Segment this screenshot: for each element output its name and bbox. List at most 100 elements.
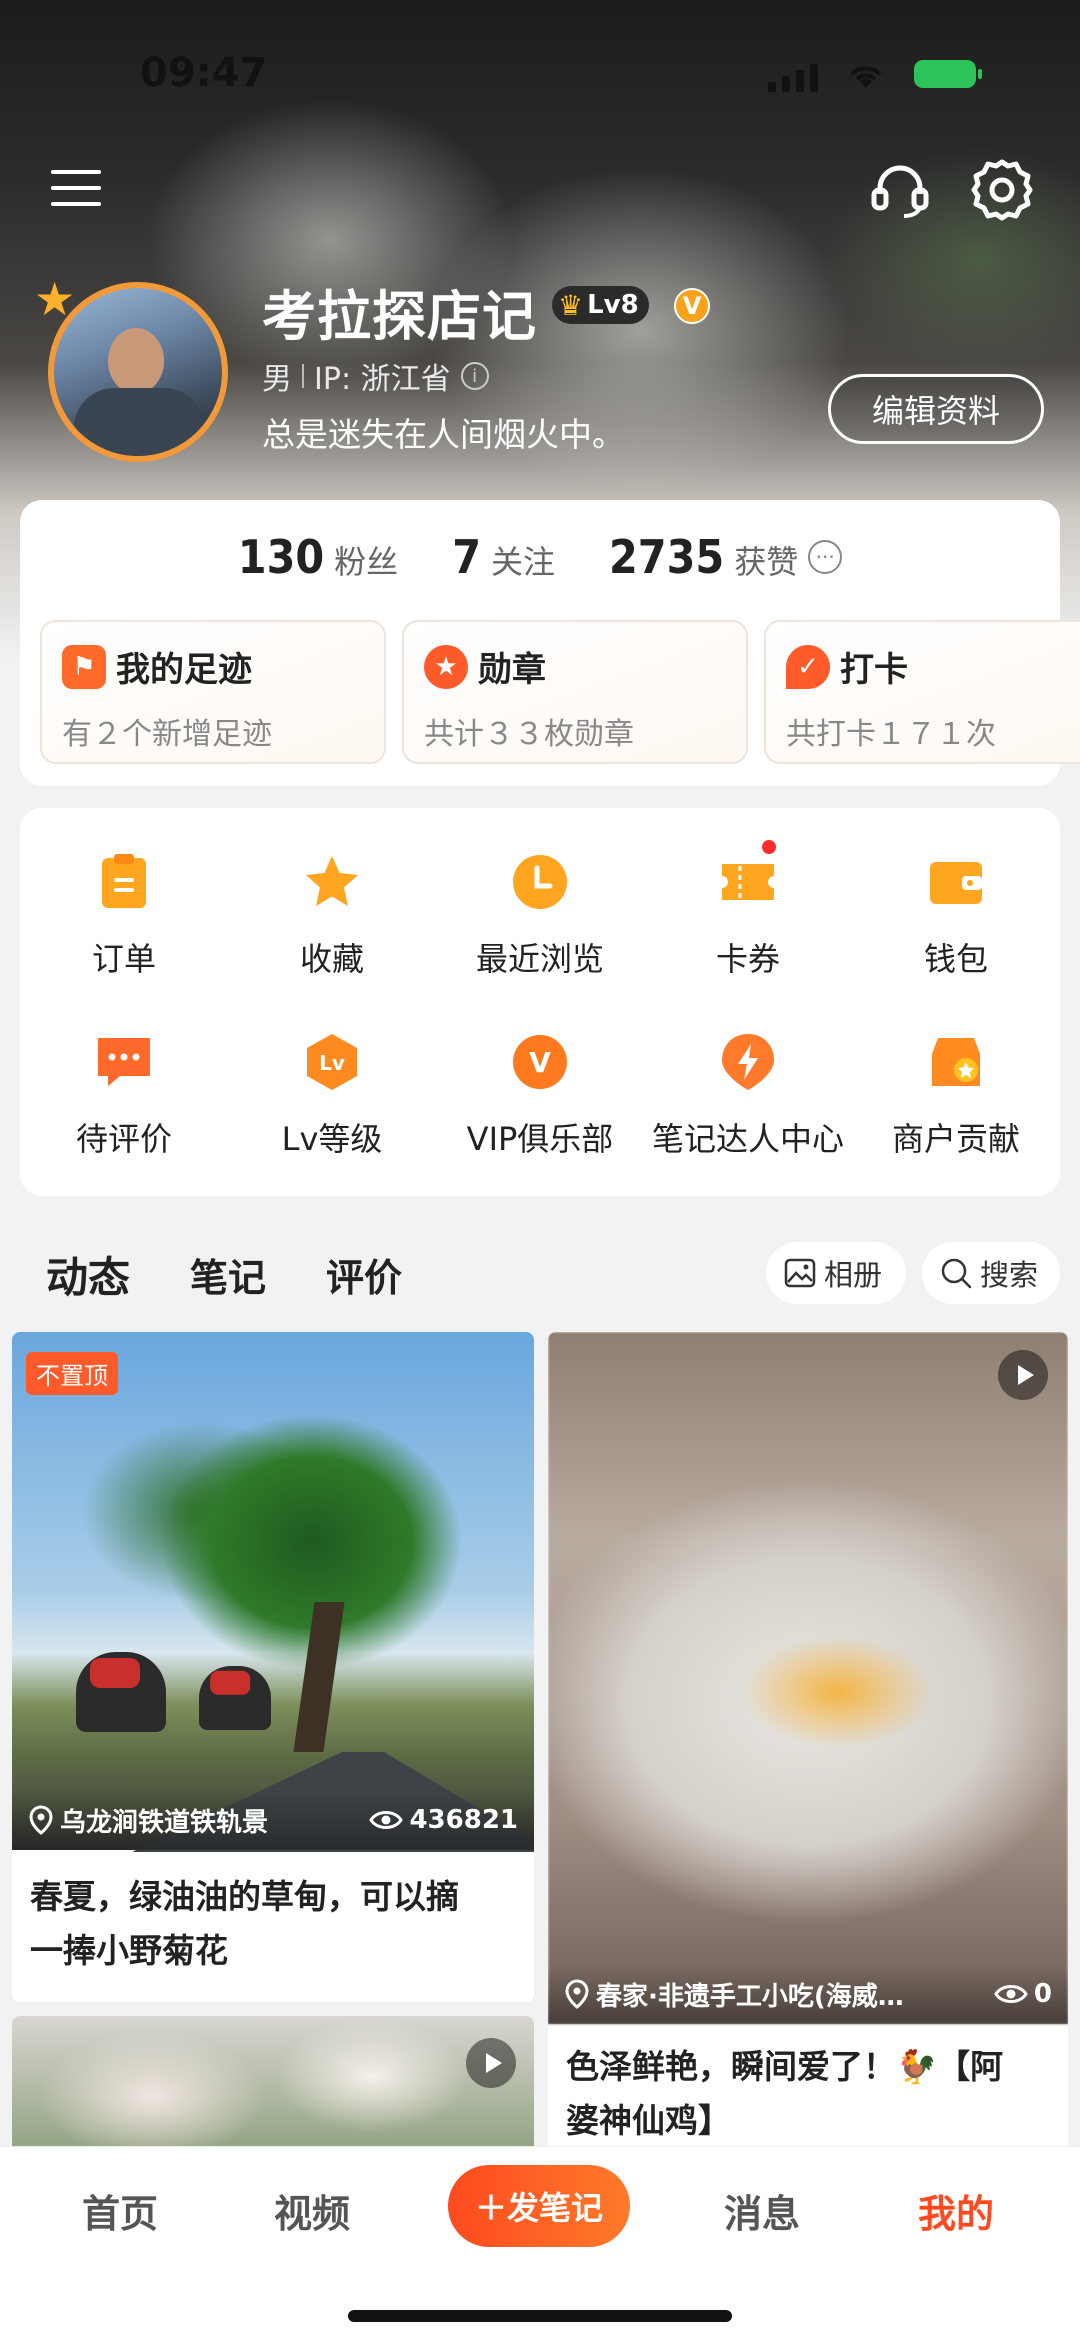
level-badge[interactable]: ♛ Lv8: [552, 286, 649, 324]
post-title-line: 婆神仙鸡】: [566, 2101, 731, 2140]
nav-home[interactable]: 首页: [82, 2183, 158, 2238]
feature-subtitle: 共计３３枚勋章: [424, 717, 634, 752]
album-label: 相册: [824, 1258, 883, 1292]
ip-location: IP: 浙江省: [314, 362, 451, 397]
coupon-icon: [722, 864, 774, 900]
footprint-map-icon: ⚑: [62, 644, 106, 689]
shortcut-grid: 订单 收藏 最近浏览 卡券 钱包 待评价 Lv Lv等级 V VIP俱乐部 笔记…: [20, 838, 1060, 1160]
wallet-icon: [930, 862, 982, 904]
medal-icon: ★: [424, 644, 468, 689]
profile-name: 考拉探店记: [262, 285, 537, 348]
signal-icon: [768, 62, 818, 92]
shortcut-order[interactable]: 订单: [20, 852, 228, 980]
tab-notes[interactable]: 笔记: [190, 1247, 266, 1302]
nav-messages[interactable]: 消息: [724, 2183, 800, 2238]
shortcut-favorites[interactable]: 收藏: [228, 852, 436, 980]
shortcut-label: 最近浏览: [475, 940, 604, 978]
post-title: 春夏，绿油油的草甸，可以摘 一捧小野菊花: [30, 1870, 459, 1978]
stat-followers[interactable]: 130 粉丝: [238, 530, 398, 584]
shortcut-merchant-contribution[interactable]: 商户贡献: [852, 1032, 1060, 1160]
image-icon: [784, 1258, 816, 1288]
status-time: 09:47: [140, 50, 268, 96]
content-tabs: 动态 笔记 评价: [46, 1244, 402, 1311]
shop-icon: [932, 1038, 980, 1086]
feed-card[interactable]: 不置顶 乌龙涧铁道铁轨景 436821 春夏，绿油油的草甸，可以摘 一捧小野菊花: [12, 1332, 534, 2002]
edit-profile-button[interactable]: 编辑资料: [828, 374, 1044, 444]
shortcut-label: 卡券: [715, 940, 780, 978]
stat-label: 粉丝: [334, 543, 399, 581]
stat-label: 关注: [490, 543, 555, 581]
post-image-meta: 乌龙涧铁道铁轨景 436821: [12, 1790, 534, 1850]
shortcut-level[interactable]: Lv Lv等级: [228, 1032, 436, 1160]
shortcut-history[interactable]: 最近浏览: [436, 852, 644, 980]
more-icon[interactable]: ···: [808, 540, 843, 574]
post-title: 色泽鲜艳，瞬间爱了！🐓【阿 婆神仙鸡】: [566, 2040, 1003, 2148]
feature-footprint[interactable]: ⚑ 我的足迹 有２个新增足迹: [40, 620, 386, 764]
feature-subtitle: 有２个新增足迹: [62, 717, 272, 752]
gear-icon[interactable]: [968, 156, 1036, 224]
stats-row: 130 粉丝 7 关注 2735 获赞 ···: [20, 530, 1060, 584]
shortcut-label: 钱包: [923, 940, 988, 978]
feature-checkin[interactable]: ✓ 打卡 共打卡１７１次: [764, 620, 1080, 764]
stats-card: 130 粉丝 7 关注 2735 获赞 ··· ⚑ 我的足迹 有２个新增足迹 ★…: [20, 500, 1080, 786]
post-views: 436821: [409, 1805, 518, 1835]
clock-icon: [513, 855, 567, 909]
post-title-line: 一捧小野菊花: [30, 1931, 228, 1970]
verified-badge[interactable]: V: [674, 288, 710, 324]
search-label: 搜索: [980, 1258, 1039, 1292]
level-text: Lv8: [587, 290, 639, 320]
menu-icon[interactable]: [48, 160, 104, 216]
stat-value: 130: [237, 530, 325, 584]
post-image: 不置顶 乌龙涧铁道铁轨景 436821: [12, 1332, 534, 1852]
feature-title: 勋章: [478, 650, 546, 690]
post-views: 0: [1033, 1979, 1052, 2009]
stat-value: 7: [452, 530, 481, 584]
search-icon: [941, 1258, 972, 1289]
shortcut-label: Lv等级: [281, 1120, 383, 1158]
level-hexagon-icon: Lv: [307, 1034, 357, 1090]
avatar[interactable]: ★: [18, 272, 234, 472]
feature-row: ⚑ 我的足迹 有２个新增足迹 ★ 勋章 共计３３枚勋章 ✓ 打卡 共打卡１７１次: [40, 620, 1080, 764]
publish-note-button[interactable]: ＋发笔记: [448, 2165, 630, 2247]
eye-icon: [994, 1985, 1028, 2003]
lightning-icon: [722, 1034, 774, 1090]
info-icon[interactable]: i: [460, 362, 489, 390]
shortcut-pending-review[interactable]: 待评价: [20, 1032, 228, 1160]
shortcut-label: VIP俱乐部: [466, 1120, 614, 1158]
profile-meta: 男 IP: 浙江省 i: [262, 354, 489, 398]
location-pin-icon: [29, 1805, 53, 1835]
stat-label: 获赞: [734, 543, 799, 581]
stat-likes[interactable]: 2735 获赞 ···: [609, 530, 843, 584]
shortcut-vip[interactable]: V VIP俱乐部: [436, 1032, 644, 1160]
play-icon: [466, 2038, 516, 2088]
shortcut-creator-center[interactable]: 笔记达人中心: [644, 1032, 852, 1160]
feature-medals[interactable]: ★ 勋章 共计３３枚勋章: [402, 620, 748, 764]
shortcut-label: 订单: [91, 940, 156, 978]
unpin-tag[interactable]: 不置顶: [26, 1352, 118, 1395]
search-button[interactable]: 搜索: [922, 1242, 1060, 1304]
shortcut-label: 商户贡献: [891, 1120, 1020, 1158]
nav-video[interactable]: 视频: [274, 2183, 350, 2238]
vip-icon: V: [513, 1035, 567, 1089]
nav-me[interactable]: 我的: [918, 2183, 994, 2238]
album-button[interactable]: 相册: [766, 1242, 906, 1304]
play-icon: [998, 1350, 1048, 1400]
feed-card[interactable]: 春家·非遗手工小吃(海威… 0 色泽鲜艳，瞬间爱了！🐓【阿 婆神仙鸡】: [548, 1332, 1068, 2152]
divider: [302, 364, 304, 388]
shortcut-coupons[interactable]: 卡券: [644, 838, 852, 980]
shortcut-grid-card: 订单 收藏 最近浏览 卡券 钱包 待评价 Lv Lv等级 V VIP俱乐部 笔记…: [20, 808, 1060, 1196]
svg-text:V: V: [529, 1046, 551, 1079]
order-clipboard-icon: [102, 854, 146, 908]
shortcut-wallet[interactable]: 钱包: [852, 852, 1060, 980]
location-pin-icon: [565, 1979, 589, 2009]
stat-following[interactable]: 7 关注: [452, 530, 555, 584]
tab-reviews[interactable]: 评价: [326, 1247, 402, 1302]
customer-service-icon[interactable]: [868, 158, 932, 222]
feature-title: 打卡: [840, 650, 908, 690]
tab-dynamics[interactable]: 动态: [46, 1244, 131, 1311]
post-location: 乌龙涧铁道铁轨景: [60, 1807, 269, 1838]
post-title-line: 春夏，绿油油的草甸，可以摘: [30, 1877, 459, 1916]
svg-text:Lv: Lv: [319, 1051, 345, 1075]
home-indicator: [348, 2310, 732, 2322]
battery-icon: [914, 60, 982, 88]
